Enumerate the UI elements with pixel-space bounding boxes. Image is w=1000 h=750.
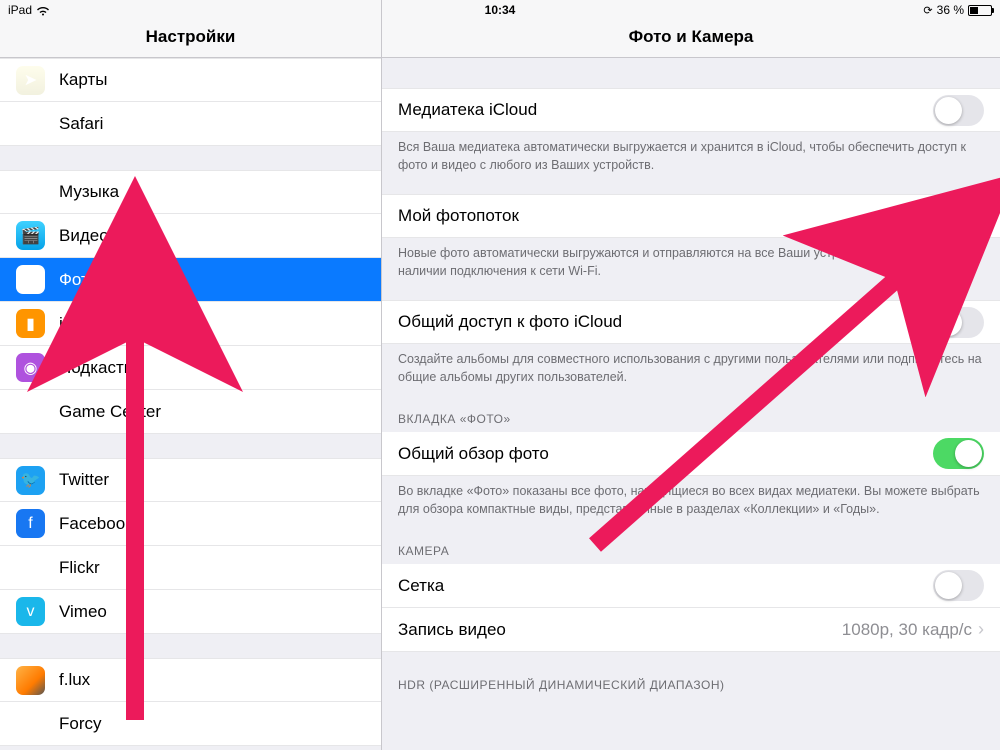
sidebar-item-ibooks[interactable]: ▮ iBooks bbox=[0, 302, 381, 346]
sidebar-item-maps[interactable]: ➤ Карты bbox=[0, 58, 381, 102]
music-icon: ♫ bbox=[16, 178, 45, 207]
switch-icloud-sharing[interactable] bbox=[933, 307, 984, 338]
twitter-icon: 🐦 bbox=[16, 466, 45, 495]
sidebar-item-label: f.lux bbox=[59, 670, 365, 690]
sidebar-item-label: Видео bbox=[59, 226, 365, 246]
switch-grid[interactable] bbox=[933, 570, 984, 601]
sidebar-item-photos[interactable]: ✿ Фото и Камера bbox=[0, 258, 381, 302]
sidebar-item-forcy[interactable]: Forcy bbox=[0, 702, 381, 746]
sidebar-item-podcasts[interactable]: ◉ Подкасты bbox=[0, 346, 381, 390]
sidebar-item-label: Музыка bbox=[59, 182, 365, 202]
status-bar: iPad 10:34 ⟳ 36 % bbox=[0, 0, 1000, 20]
sidebar-item-facebook[interactable]: f Facebook bbox=[0, 502, 381, 546]
switch-icloud-library[interactable] bbox=[933, 95, 984, 126]
section-footer: Во вкладке «Фото» показаны все фото, нах… bbox=[382, 476, 1000, 518]
sidebar-item-flux[interactable]: f.lux bbox=[0, 658, 381, 702]
sidebar-item-video[interactable]: 🎬 Видео bbox=[0, 214, 381, 258]
sidebar-item-music[interactable]: ♫ Музыка bbox=[0, 170, 381, 214]
chevron-right-icon: › bbox=[978, 619, 984, 640]
sidebar-item-label: iBooks bbox=[59, 314, 365, 334]
setting-row-photo-stream[interactable]: Мой фотопоток bbox=[382, 194, 1000, 238]
sidebar-item-flickr[interactable]: •• Flickr bbox=[0, 546, 381, 590]
settings-detail: Фото и Камера Медиатека iCloudВся Ваша м… bbox=[382, 0, 1000, 750]
sidebar-item-safari[interactable]: ✷ Safari bbox=[0, 102, 381, 146]
setting-value: 1080p, 30 кадр/с bbox=[842, 620, 972, 640]
sidebar-item-vimeo[interactable]: v Vimeo bbox=[0, 590, 381, 634]
setting-row-icloud-library[interactable]: Медиатека iCloud bbox=[382, 88, 1000, 132]
sidebar-item-label: Vimeo bbox=[59, 602, 365, 622]
sidebar-item-twitter[interactable]: 🐦 Twitter bbox=[0, 458, 381, 502]
battery-percent: 36 % bbox=[937, 3, 964, 17]
section-header: ВКЛАДКА «ФОТО» bbox=[382, 406, 1000, 432]
section-footer: Вся Ваша медиатека автоматически выгружа… bbox=[382, 132, 1000, 174]
flux-icon bbox=[16, 666, 45, 695]
gamecenter-icon: ● bbox=[16, 397, 45, 426]
forcy-icon bbox=[16, 709, 45, 738]
orientation-lock-icon: ⟳ bbox=[923, 4, 932, 17]
setting-label: Медиатека iCloud bbox=[398, 100, 933, 120]
section-header: HDR (РАСШИРЕННЫЙ ДИНАМИЧЕСКИЙ ДИАПАЗОН) bbox=[382, 672, 1000, 698]
sidebar-list[interactable]: ➤ Карты ✷ Safari ♫ Музыка 🎬 Видео ✿ Фото и Камера… bbox=[0, 58, 381, 750]
photos-icon: ✿ bbox=[16, 265, 45, 294]
sidebar-item-label: Flickr bbox=[59, 558, 365, 578]
sidebar-item-gamecenter[interactable]: ● Game Center bbox=[0, 390, 381, 434]
switch-summarize[interactable] bbox=[933, 438, 984, 469]
setting-label: Сетка bbox=[398, 576, 933, 596]
sidebar-item-label: Game Center bbox=[59, 402, 365, 422]
battery-icon bbox=[968, 5, 992, 16]
sidebar-item-label: Forcy bbox=[59, 714, 365, 734]
safari-icon: ✷ bbox=[16, 109, 45, 138]
setting-row-icloud-sharing[interactable]: Общий доступ к фото iCloud bbox=[382, 300, 1000, 344]
setting-label: Запись видео bbox=[398, 620, 842, 640]
setting-row-grid[interactable]: Сетка bbox=[382, 564, 1000, 608]
setting-row-summarize[interactable]: Общий обзор фото bbox=[382, 432, 1000, 476]
flickr-icon: •• bbox=[16, 553, 45, 582]
ibooks-icon: ▮ bbox=[16, 309, 45, 338]
sidebar-item-label: Подкасты bbox=[59, 358, 365, 378]
maps-icon: ➤ bbox=[16, 66, 45, 95]
setting-row-record-video[interactable]: Запись видео1080p, 30 кадр/с › bbox=[382, 608, 1000, 652]
sidebar-item-label: Карты bbox=[59, 70, 365, 90]
settings-sidebar: Настройки ➤Карты✷Safari♫Музыка🎬Видео✿Фот… bbox=[0, 0, 382, 750]
setting-label: Мой фотопоток bbox=[398, 206, 933, 226]
setting-label: Общий доступ к фото iCloud bbox=[398, 312, 933, 332]
status-time: 10:34 bbox=[0, 3, 1000, 17]
device-label: iPad bbox=[8, 3, 32, 17]
facebook-icon: f bbox=[16, 509, 45, 538]
sidebar-item-label: Facebook bbox=[59, 514, 365, 534]
podcasts-icon: ◉ bbox=[16, 353, 45, 382]
video-icon: 🎬 bbox=[16, 221, 45, 250]
sidebar-item-label: Twitter bbox=[59, 470, 365, 490]
section-footer: Новые фото автоматически выгружаются и о… bbox=[382, 238, 1000, 280]
vimeo-icon: v bbox=[16, 597, 45, 626]
detail-list[interactable]: Медиатека iCloud Вся Ваша медиатека автом… bbox=[382, 58, 1000, 750]
setting-label: Общий обзор фото bbox=[398, 444, 933, 464]
section-footer: Создайте альбомы для совместного использ… bbox=[382, 344, 1000, 386]
section-header: КАМЕРА bbox=[382, 538, 1000, 564]
sidebar-item-label: Safari bbox=[59, 114, 365, 134]
wifi-icon bbox=[36, 5, 50, 15]
switch-photo-stream[interactable] bbox=[933, 201, 984, 232]
sidebar-item-label: Фото и Камера bbox=[59, 270, 365, 290]
